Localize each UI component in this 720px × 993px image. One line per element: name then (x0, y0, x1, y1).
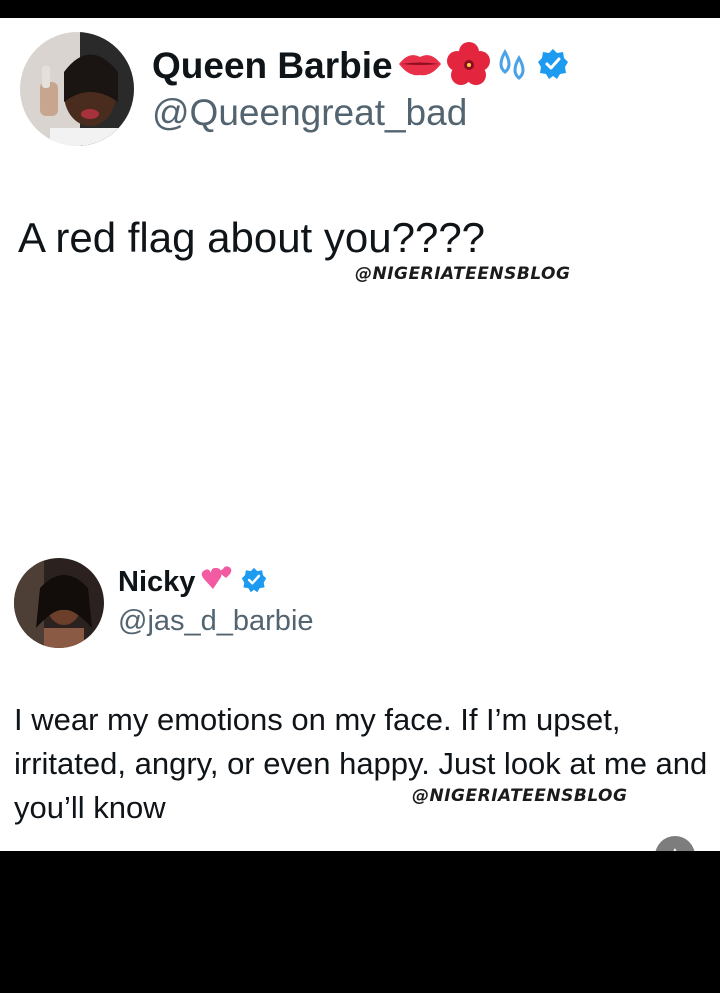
hibiscus-icon (446, 41, 491, 91)
sweat-droplets-icon (495, 46, 531, 87)
scroll-up-button[interactable]: ▲ (655, 836, 695, 851)
watermark: @NIGERIATEENSBLOG (355, 264, 571, 284)
verified-badge-icon (241, 567, 267, 598)
tweet-text: I wear my emotions on my face. If I’m up… (14, 702, 708, 825)
top-black-bar (0, 0, 720, 18)
lips-icon (397, 49, 443, 84)
display-name[interactable]: Queen Barbie (152, 45, 393, 87)
avatar[interactable] (20, 32, 134, 146)
name-row: Queen Barbie (152, 41, 569, 91)
verified-badge-icon (537, 48, 569, 85)
avatar[interactable] (14, 558, 104, 648)
handle[interactable]: @Queengreat_bad (152, 92, 467, 134)
chevron-up-icon: ▲ (669, 844, 681, 851)
name-row: Nicky (118, 565, 267, 599)
tweet-text: A red flag about you???? (18, 214, 486, 261)
screenshot-card: Queen Barbie @Queengreat_bad A red flag … (0, 18, 720, 851)
bottom-black-bar (0, 851, 720, 993)
handle[interactable]: @jas_d_barbie (118, 605, 314, 638)
watermark: @NIGERIATEENSBLOG (412, 786, 628, 806)
display-name[interactable]: Nicky (118, 566, 195, 599)
heart-with-ribbon-icon (199, 565, 235, 600)
